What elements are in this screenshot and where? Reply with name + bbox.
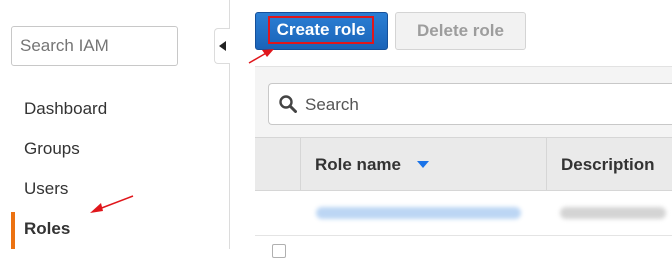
row-divider xyxy=(255,235,672,236)
search-icon xyxy=(279,95,297,113)
sidebar-item-groups[interactable]: Groups xyxy=(24,139,80,159)
column-header-description[interactable]: Description xyxy=(561,155,655,175)
sidebar-item-roles[interactable]: Roles xyxy=(24,219,70,239)
row-checkbox[interactable] xyxy=(272,244,286,258)
column-divider xyxy=(546,137,547,191)
caret-down-icon[interactable] xyxy=(417,161,429,168)
sidebar: Dashboard Groups Users Roles xyxy=(0,0,230,249)
role-description xyxy=(560,207,666,219)
search-box[interactable] xyxy=(268,83,672,126)
collapse-sidebar-button[interactable] xyxy=(214,28,230,64)
sidebar-item-dashboard[interactable]: Dashboard xyxy=(24,99,107,119)
delete-role-button[interactable]: Delete role xyxy=(395,12,526,50)
column-header-role-name[interactable]: Role name xyxy=(315,155,401,175)
column-divider xyxy=(300,137,301,191)
create-role-label: Create role xyxy=(268,16,374,44)
arrow-to-create-role xyxy=(248,49,274,64)
chevron-left-icon xyxy=(219,41,226,51)
search-iam-input[interactable] xyxy=(11,26,178,66)
sidebar-item-users[interactable]: Users xyxy=(24,179,68,199)
role-name-link[interactable] xyxy=(316,207,521,219)
create-role-button[interactable]: Create role xyxy=(255,12,388,50)
search-input[interactable] xyxy=(303,84,667,126)
active-indicator xyxy=(11,212,15,249)
